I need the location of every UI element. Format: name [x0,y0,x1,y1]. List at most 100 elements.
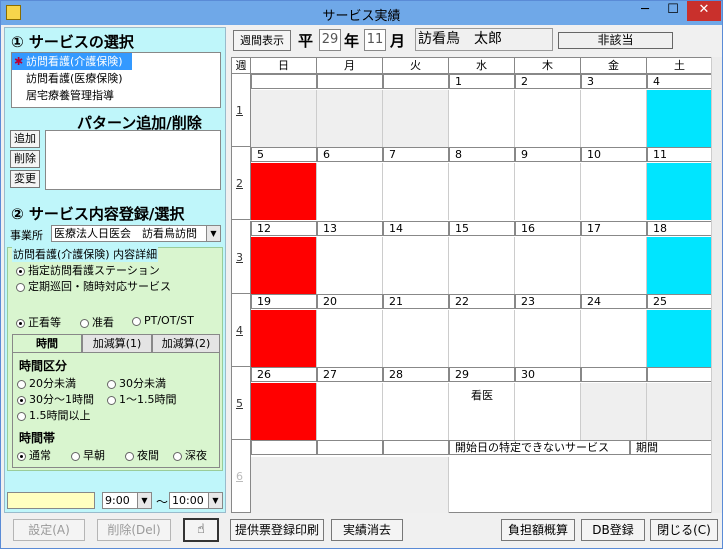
time-option[interactable]: 1.5時間以上 [17,407,91,423]
day-cell-body[interactable] [383,237,449,294]
hand-pointer-button[interactable]: ☝ [183,518,219,542]
day-cell-body[interactable] [317,383,383,440]
station-option[interactable]: 指定訪問看護ステーション [16,262,160,278]
day-cell-body[interactable] [515,90,581,147]
date-cell[interactable]: 4 [647,74,713,89]
pattern-edit-button[interactable]: 変更 [10,170,40,188]
time-from-select[interactable]: 9:00 ▼ [102,492,152,509]
date-cell[interactable]: 18 [647,221,713,236]
service-item[interactable]: 居宅療養管理指導 [12,87,220,104]
date-cell[interactable] [251,74,317,89]
day-cell-body[interactable] [647,237,713,294]
month-field[interactable]: 11 [364,29,386,51]
week-view-button[interactable]: 週間表示 [233,30,291,51]
date-cell[interactable]: 23 [515,294,581,309]
calendar-scrollbar[interactable] [711,57,722,513]
date-cell[interactable]: 14 [383,221,449,236]
date-cell[interactable]: 3 [581,74,647,89]
day-cell-body[interactable] [515,383,581,440]
minimize-button[interactable]: ─ [631,1,659,21]
date-cell[interactable]: 24 [581,294,647,309]
day-cell-body[interactable] [515,163,581,220]
day-cell-body[interactable] [383,383,449,440]
date-cell[interactable]: 12 [251,221,317,236]
day-cell-body[interactable] [317,310,383,367]
day-cell-body[interactable] [581,90,647,147]
day-cell-body[interactable] [251,237,317,294]
day-cell-body[interactable] [647,163,713,220]
period-option[interactable]: 早朝 [71,447,105,463]
service-item[interactable]: 訪問看護(医療保険) [12,70,220,87]
staff-option[interactable]: PT/OT/ST [132,314,194,327]
date-cell[interactable]: 7 [383,147,449,162]
time-option[interactable]: 30分未満 [107,375,166,391]
week-number-cell[interactable]: 5 [232,367,251,440]
settei-button[interactable]: 設定(A) [13,519,85,541]
day-cell-body[interactable] [383,163,449,220]
day-cell-body[interactable] [515,310,581,367]
sakujo-button[interactable]: 削除(Del) [97,519,171,541]
date-cell[interactable]: 17 [581,221,647,236]
day-cell-body[interactable] [317,90,383,147]
date-cell[interactable] [383,74,449,89]
maximize-button[interactable]: ☐ [659,1,687,21]
day-cell-body[interactable] [581,163,647,220]
day-cell-body[interactable] [449,310,515,367]
week-number-cell[interactable]: 3 [232,221,251,294]
pattern-add-button[interactable]: 追加 [10,130,40,148]
day-cell-body[interactable] [449,90,515,147]
date-cell[interactable]: 26 [251,367,317,382]
tab-kagen-1[interactable]: 加減算(1) [82,334,152,352]
date-cell[interactable]: 29 [449,367,515,382]
date-cell[interactable]: 28 [383,367,449,382]
period-option[interactable]: 深夜 [173,447,207,463]
date-cell[interactable]: 9 [515,147,581,162]
date-cell[interactable]: 27 [317,367,383,382]
jigyosho-select[interactable]: 医療法人日医会 訪看鳥訪問 ▼ [51,225,221,242]
period-option[interactable]: 夜間 [125,447,159,463]
day-cell-body[interactable] [581,237,647,294]
date-cell[interactable]: 10 [581,147,647,162]
day-cell-body[interactable] [581,310,647,367]
day-cell-body[interactable] [647,90,713,147]
day-cell-body[interactable] [449,163,515,220]
week-number-cell[interactable]: 2 [232,147,251,220]
week-number-cell[interactable]: 4 [232,294,251,367]
time-option[interactable]: 30分～1時間 [17,391,94,407]
date-cell[interactable]: 21 [383,294,449,309]
date-cell[interactable]: 30 [515,367,581,382]
day-cell-body[interactable] [251,310,317,367]
date-cell[interactable]: 13 [317,221,383,236]
date-cell[interactable] [251,440,317,455]
service-item[interactable]: ✱ 訪問看護(介護保険) [12,53,132,70]
date-cell[interactable]: 19 [251,294,317,309]
week-number-cell[interactable]: 1 [232,74,251,147]
tab-time[interactable]: 時間 [12,334,82,353]
day-cell-body[interactable] [515,237,581,294]
date-cell[interactable]: 16 [515,221,581,236]
day-cell-body[interactable] [383,90,449,147]
staff-option[interactable]: 正看等 [16,314,61,330]
staff-option[interactable]: 准看 [80,314,114,330]
burden-button[interactable]: 負担額概算 [501,519,575,541]
date-cell[interactable]: 20 [317,294,383,309]
period-option[interactable]: 通常 [17,447,51,463]
date-cell[interactable]: 2 [515,74,581,89]
pattern-list[interactable] [45,130,221,190]
service-list[interactable]: ✱ 訪問看護(介護保険) 訪問看護(医療保険) 居宅療養管理指導 [11,52,221,108]
day-cell-body[interactable] [251,383,317,440]
date-cell[interactable] [317,440,383,455]
day-cell-body[interactable] [581,383,647,440]
week-number-cell[interactable]: 6 [232,440,251,513]
pattern-delete-button[interactable]: 削除 [10,150,40,168]
day-cell-body[interactable] [647,310,713,367]
tab-kagen-2[interactable]: 加減算(2) [152,334,220,352]
date-cell[interactable]: 15 [449,221,515,236]
color-field[interactable] [7,492,95,509]
date-cell[interactable]: 1 [449,74,515,89]
date-cell[interactable] [581,367,647,382]
date-cell[interactable]: 8 [449,147,515,162]
chevron-down-icon[interactable]: ▼ [206,226,220,241]
clear-button[interactable]: 実績消去 [331,519,403,541]
time-option[interactable]: 1～1.5時間 [107,391,177,407]
